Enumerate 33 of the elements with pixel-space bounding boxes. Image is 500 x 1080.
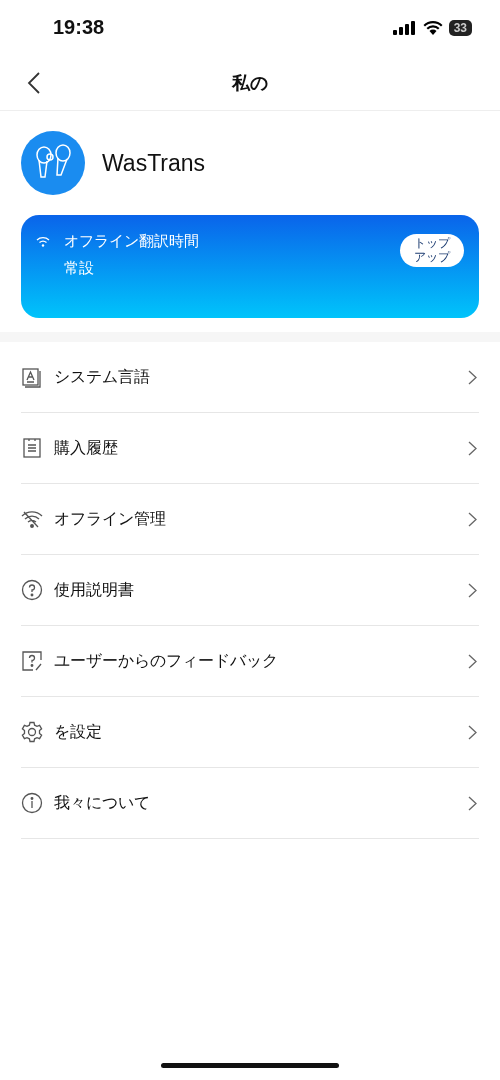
menu-item[interactable]: を設定 — [21, 697, 479, 768]
offline-time-label: オフライン翻訳時間 — [64, 232, 199, 251]
document-icon — [21, 437, 43, 459]
back-icon[interactable] — [27, 71, 41, 95]
settings-icon — [21, 721, 43, 743]
chevron-icon — [468, 369, 477, 385]
page-title: 私の — [232, 70, 268, 95]
profile-name: WasTrans — [102, 149, 206, 177]
menu-item[interactable]: オフライン管理 — [21, 484, 479, 555]
top-up-button[interactable]: トップアップ — [400, 234, 464, 267]
language-icon — [21, 366, 43, 388]
battery-indicator: 33 — [448, 19, 472, 36]
status-time: 19:38 — [53, 16, 105, 39]
menu-item[interactable]: システム言語 — [21, 342, 479, 413]
wifi-icon — [36, 236, 50, 247]
chevron-icon — [468, 582, 477, 598]
help-icon — [21, 579, 43, 601]
info-icon — [21, 792, 43, 814]
signal-icon — [392, 20, 417, 35]
offline-time-value: 常設 — [64, 259, 95, 278]
menu-item[interactable]: 使用説明書 — [21, 555, 479, 626]
menu-item[interactable]: 購入履歴 — [21, 413, 479, 484]
menu-item[interactable]: 我々について — [21, 768, 479, 839]
chevron-icon — [468, 724, 477, 740]
avatar-icon — [21, 131, 85, 195]
wifi-icon — [21, 508, 43, 530]
chevron-icon — [468, 440, 477, 456]
chevron-icon — [468, 511, 477, 527]
chevron-icon — [468, 653, 477, 669]
menu-item[interactable]: ユーザーからのフィードバック — [21, 626, 479, 697]
chevron-icon — [468, 795, 477, 811]
wifi-icon — [422, 20, 443, 35]
feedback-icon — [21, 650, 43, 672]
